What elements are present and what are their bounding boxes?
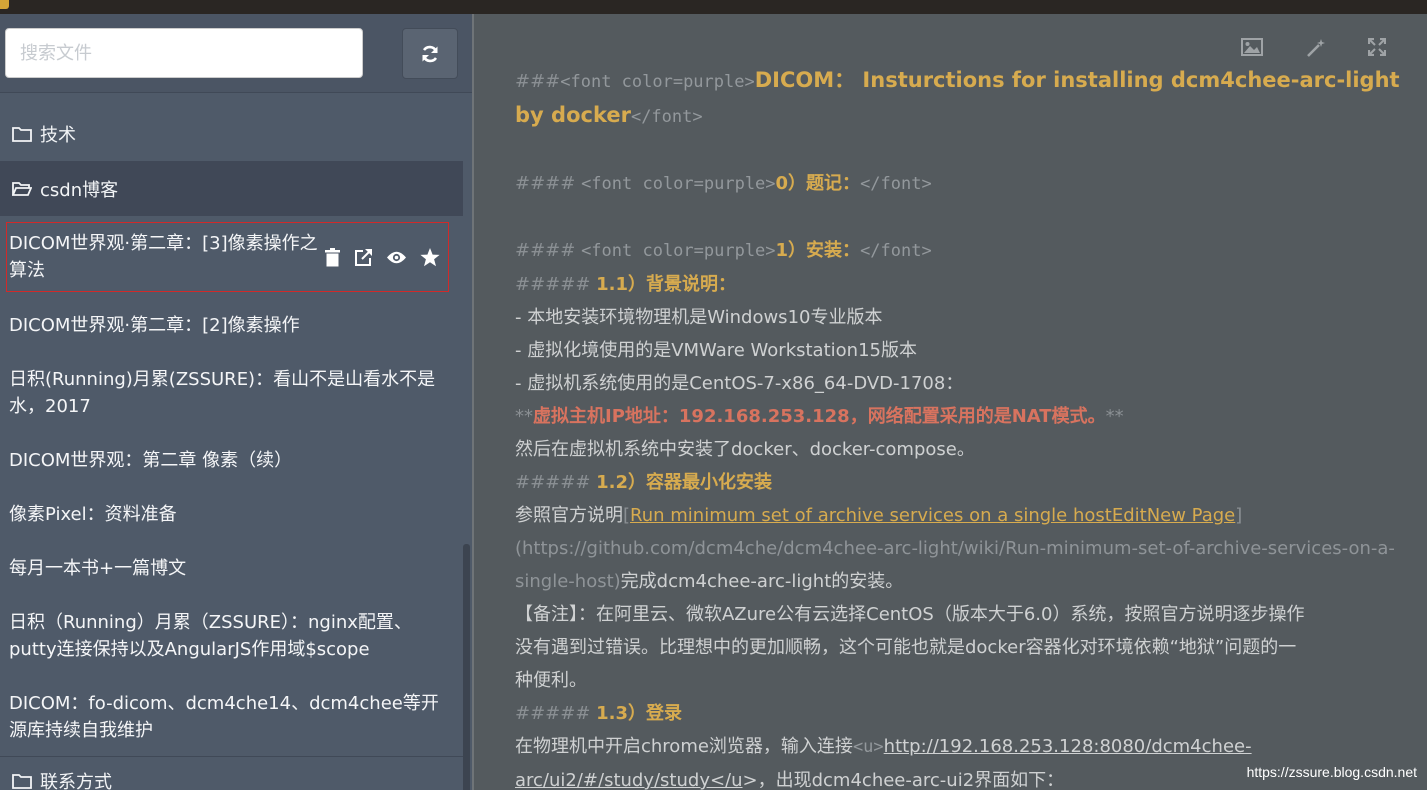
refresh-button[interactable] bbox=[402, 28, 458, 79]
refresh-icon bbox=[422, 45, 438, 62]
list-item-title: DICOM世界观：第二章 像素（续） bbox=[9, 450, 293, 471]
search-area bbox=[0, 14, 472, 93]
line-text: - 本地安装环境物理机是Windows10专业版本 bbox=[515, 307, 883, 328]
list-item-title: 日积(Running)月累(ZSSURE)：看山不是山看水不是水，2017 bbox=[9, 368, 436, 417]
line-text: - 虚拟化境使用的是VMWare Workstation15版本 bbox=[515, 340, 917, 361]
wiki-link[interactable]: Run minimum set of archive services on a… bbox=[630, 505, 1235, 526]
line-text: 然后在虚拟机系统中安装了docker、docker-compose。 bbox=[515, 439, 975, 460]
list-item-title: DICOM世界观·第二章：[2]像素操作 bbox=[9, 314, 300, 336]
folder-label: 技术 bbox=[40, 124, 76, 146]
sidebar-scrollbar[interactable] bbox=[463, 544, 470, 790]
magic-wand-icon[interactable] bbox=[1306, 38, 1326, 58]
list-item[interactable]: 每月一本书+一篇博文 bbox=[0, 541, 463, 595]
list-item[interactable]: 日积（Running）月累（ZSSURE）：nginx配置、putty连接保持以… bbox=[0, 595, 463, 677]
line-url: (https://github.com/dcm4che/dcm4chee-arc… bbox=[515, 538, 1395, 559]
list-item-title: 每月一本书+一篇博文 bbox=[9, 557, 187, 579]
list-item-title: 像素Pixel：资料准备 bbox=[9, 504, 177, 525]
eye-icon[interactable] bbox=[386, 250, 407, 265]
watermark: https://zssure.blog.csdn.net bbox=[1246, 764, 1417, 780]
list-item-title: DICOM：fo-dicom、dcm4che14、dcm4chee等开源库持续自… bbox=[9, 692, 439, 741]
folder-icon bbox=[12, 773, 32, 789]
line-h3-title: ###<font color=purple>DICOM： Insturction… bbox=[515, 68, 1400, 92]
folder-tech[interactable]: 技术 bbox=[0, 106, 463, 161]
external-link-icon[interactable] bbox=[354, 248, 373, 267]
star-icon[interactable] bbox=[420, 247, 440, 267]
login-link[interactable]: http://192.168.253.128:8080/dcm4chee- bbox=[884, 736, 1252, 757]
editor-content: ###<font color=purple>DICOM： Insturction… bbox=[515, 64, 1400, 790]
sidebar: 技术 csdn博客 DICOM世界观·第二章：[3]像素操作之算法 DICOM世… bbox=[0, 14, 472, 790]
fullscreen-icon[interactable] bbox=[1368, 38, 1386, 56]
line-h4-intro: #### <font color=purple>0）题记：</font> bbox=[515, 173, 932, 194]
search-input[interactable] bbox=[5, 28, 363, 78]
top-bar bbox=[0, 0, 1427, 14]
line-text: 种便利。 bbox=[515, 670, 587, 691]
list-item-title: DICOM世界观·第二章：[3]像素操作之算法 bbox=[9, 233, 318, 281]
list-item[interactable]: DICOM世界观：第二章 像素（续） bbox=[0, 433, 463, 488]
login-link-cont[interactable]: arc/ui2/#/study/study</u bbox=[515, 770, 743, 790]
folder-contact[interactable]: 联系方式 bbox=[0, 756, 463, 790]
app-logo-icon bbox=[0, 0, 9, 9]
list-item-title: 日积（Running）月累（ZSSURE）：nginx配置、putty连接保持以… bbox=[9, 612, 412, 660]
line-h5-container: ##### 1.2）容器最小化安装 bbox=[515, 472, 773, 493]
line-url-cont: single-host)完成dcm4chee-arc-light的安装。 bbox=[515, 571, 904, 592]
folder-label: csdn博客 bbox=[40, 179, 119, 201]
line-login-url: 在物理机中开启chrome浏览器，输入连接<u>http://192.168.2… bbox=[515, 736, 1252, 757]
line-h3-title-cont: by docker</font> bbox=[515, 103, 703, 127]
line-text: 没有遇到过错误。比理想中的更加顺畅，这个可能也就是docker容器化对环境依赖“… bbox=[515, 637, 1297, 658]
folder-csdn[interactable]: csdn博客 bbox=[0, 161, 463, 216]
line-link: 参照官方说明[Run minimum set of archive servic… bbox=[515, 505, 1243, 526]
list-item[interactable]: 日积(Running)月累(ZSSURE)：看山不是山看水不是水，2017 bbox=[0, 352, 463, 433]
line-bold: **虚拟主机IP地址：192.168.253.128，网络配置采用的是NAT模式… bbox=[515, 406, 1124, 427]
line-h4-install: #### <font color=purple>1）安装：</font> bbox=[515, 240, 932, 261]
folder-open-icon bbox=[12, 181, 32, 196]
line-h5-background: ##### 1.1）背景说明： bbox=[515, 274, 737, 295]
line-h5-login: ##### 1.3）登录 bbox=[515, 703, 683, 724]
list-item[interactable]: DICOM：fo-dicom、dcm4che14、dcm4chee等开源库持续自… bbox=[0, 677, 463, 756]
line-text: - 虚拟机系统使用的是CentOS-7-x86_64-DVD-1708： bbox=[515, 373, 964, 394]
list-item-selected[interactable]: DICOM世界观·第二章：[3]像素操作之算法 bbox=[6, 222, 449, 292]
file-tree: 技术 csdn博客 DICOM世界观·第二章：[3]像素操作之算法 DICOM世… bbox=[0, 106, 463, 790]
folder-label: 联系方式 bbox=[40, 771, 112, 790]
trash-icon[interactable] bbox=[324, 247, 341, 267]
line-text: 【备注】：在阿里云、微软AZure公有云选择CentOS（版本大于6.0）系统，… bbox=[515, 604, 1305, 625]
list-item[interactable]: 像素Pixel：资料准备 bbox=[0, 488, 463, 541]
folder-icon bbox=[12, 126, 32, 142]
markdown-editor[interactable]: ###<font color=purple>DICOM： Insturction… bbox=[474, 14, 1427, 790]
list-item[interactable]: DICOM世界观·第二章：[2]像素操作 bbox=[0, 298, 463, 352]
image-icon[interactable] bbox=[1241, 38, 1263, 56]
